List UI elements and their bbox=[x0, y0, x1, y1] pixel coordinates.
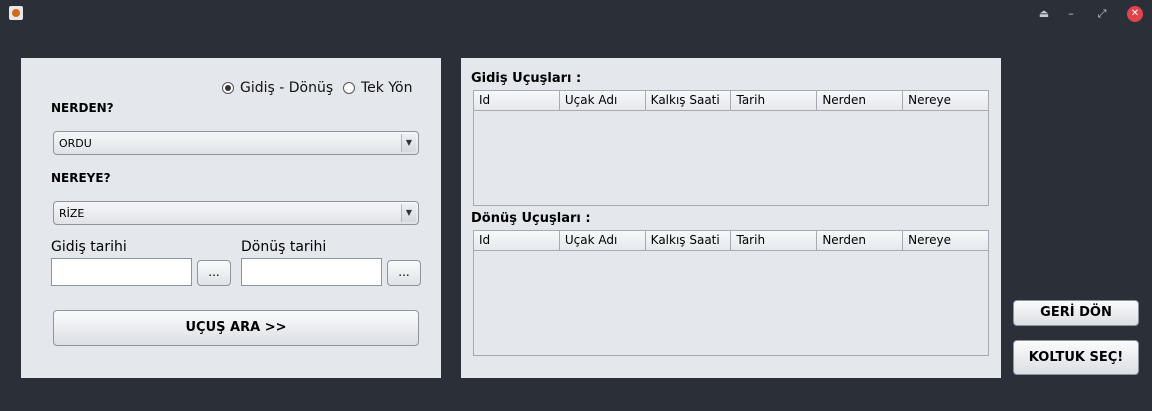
radio-round-trip[interactable]: Gidiş - Dönüş bbox=[222, 80, 333, 96]
departure-date-label: Gidiş tarihi bbox=[51, 239, 127, 255]
column-header[interactable]: Kalkış Saati bbox=[646, 231, 732, 250]
column-header[interactable]: Id bbox=[474, 231, 560, 250]
column-header[interactable]: Nereye bbox=[903, 231, 988, 250]
column-header[interactable]: Tarih bbox=[731, 91, 818, 110]
column-header[interactable]: Nerden bbox=[817, 91, 904, 110]
eject-icon[interactable]: ⏏ bbox=[1036, 6, 1052, 22]
select-seat-button[interactable]: KOLTUK SEÇ! bbox=[1013, 340, 1139, 375]
from-label: NERDEN? bbox=[51, 101, 114, 115]
from-select-value: ORDU bbox=[59, 137, 92, 150]
flights-panel: Gidiş Uçuşları : Id Uçak Adı Kalkış Saat… bbox=[461, 58, 1001, 378]
return-flights-title: Dönüş Uçuşları : bbox=[471, 211, 591, 226]
radio-one-way-label: Tek Yön bbox=[361, 80, 413, 96]
chevron-down-icon: ▼ bbox=[401, 204, 416, 222]
restore-icon[interactable]: ⤢ bbox=[1094, 6, 1110, 22]
to-label: NEREYE? bbox=[51, 171, 111, 185]
search-panel: Gidiş - Dönüş Tek Yön NERDEN? ORDU ▼ NER… bbox=[21, 58, 441, 378]
departure-date-input[interactable] bbox=[51, 258, 192, 286]
java-app-icon bbox=[9, 6, 23, 20]
chevron-down-icon: ▼ bbox=[401, 134, 416, 152]
table-header: Id Uçak Adı Kalkış Saati Tarih Nerden Ne… bbox=[474, 231, 988, 251]
departure-date-picker-button[interactable]: ... bbox=[197, 260, 231, 286]
return-date-label: Dönüş tarihi bbox=[241, 239, 327, 255]
close-icon[interactable]: ✕ bbox=[1127, 6, 1143, 22]
return-flights-table[interactable]: Id Uçak Adı Kalkış Saati Tarih Nerden Ne… bbox=[473, 230, 989, 356]
minimize-icon[interactable]: – bbox=[1063, 6, 1079, 22]
table-header: Id Uçak Adı Kalkış Saati Tarih Nerden Ne… bbox=[474, 91, 988, 111]
radio-one-way[interactable]: Tek Yön bbox=[343, 80, 412, 96]
column-header[interactable]: Nerden bbox=[817, 231, 904, 250]
back-button[interactable]: GERİ DÖN bbox=[1013, 300, 1139, 326]
from-select[interactable]: ORDU ▼ bbox=[53, 131, 419, 155]
column-header[interactable]: Uçak Adı bbox=[560, 231, 646, 250]
column-header[interactable]: Kalkış Saati bbox=[646, 91, 732, 110]
column-header[interactable]: Nereye bbox=[903, 91, 988, 110]
column-header[interactable]: Id bbox=[474, 91, 560, 110]
outbound-flights-table[interactable]: Id Uçak Adı Kalkış Saati Tarih Nerden Ne… bbox=[473, 90, 989, 206]
radio-unchecked-icon bbox=[343, 82, 355, 94]
column-header[interactable]: Uçak Adı bbox=[560, 91, 646, 110]
title-bar: ⏏ – ⤢ ✕ bbox=[0, 0, 1152, 28]
outbound-flights-title: Gidiş Uçuşları : bbox=[471, 71, 582, 86]
radio-checked-icon bbox=[222, 82, 234, 94]
radio-round-trip-label: Gidiş - Dönüş bbox=[240, 80, 334, 96]
to-select-value: RİZE bbox=[59, 207, 85, 220]
to-select[interactable]: RİZE ▼ bbox=[53, 201, 419, 225]
search-flights-button[interactable]: UÇUŞ ARA >> bbox=[53, 310, 419, 346]
return-date-input[interactable] bbox=[241, 258, 382, 286]
return-date-picker-button[interactable]: ... bbox=[387, 260, 421, 286]
column-header[interactable]: Tarih bbox=[731, 231, 818, 250]
